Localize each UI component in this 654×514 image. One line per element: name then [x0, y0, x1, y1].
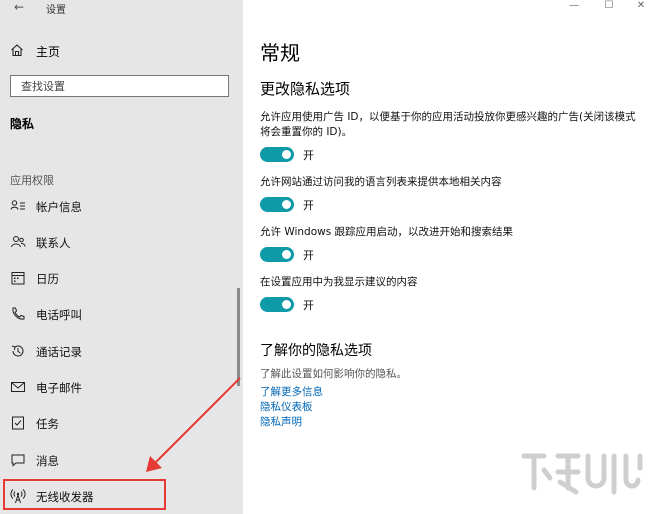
sidebar-item-calendar[interactable]: 日历 — [0, 263, 243, 293]
privacy-statement-link[interactable]: 隐私声明 — [260, 414, 302, 429]
sidebar-item-label: 日历 — [36, 272, 59, 286]
language-list-toggle[interactable] — [260, 197, 294, 212]
toggle-knob — [282, 200, 291, 209]
app-title: 设置 — [46, 5, 66, 16]
home-label: 主页 — [36, 45, 61, 59]
toggle-knob — [282, 150, 291, 159]
group-title: 应用权限 — [10, 174, 54, 187]
option-description: 允许应用使用广告 ID，以便基于你的应用活动投放你更感兴趣的广告(关闭该模式将会… — [260, 111, 636, 138]
sidebar-scrollbar[interactable] — [237, 288, 240, 386]
toggle-knob — [282, 250, 291, 259]
toggle-state-label: 开 — [303, 149, 314, 162]
toggle-knob — [282, 300, 291, 309]
maximize-button[interactable]: ☐ — [599, 0, 619, 14]
message-icon — [11, 454, 25, 467]
main-content: 常规 更改隐私选项 允许应用使用广告 ID，以便基于你的应用活动投放你更感兴趣的… — [243, 0, 654, 514]
home-nav-item[interactable]: 主页 — [0, 38, 243, 64]
learn-title: 了解你的隐私选项 — [260, 343, 372, 359]
annotation-highlight-box — [3, 479, 166, 510]
option-description: 允许网站通过访问我的语言列表来提供本地相关内容 — [260, 176, 502, 188]
phone-icon — [12, 307, 25, 320]
option-description: 在设置应用中为我显示建议的内容 — [260, 276, 418, 288]
toggle-state-label: 开 — [303, 199, 314, 212]
sidebar-item-call-history[interactable]: 通话记录 — [0, 336, 243, 366]
toggle-state-label: 开 — [303, 299, 314, 312]
privacy-dashboard-link[interactable]: 隐私仪表板 — [260, 399, 313, 414]
sub-title: 更改隐私选项 — [260, 80, 351, 98]
call-history-icon — [11, 345, 24, 357]
option-description: 允许 Windows 跟踪应用启动，以改进开始和搜索结果 — [260, 226, 514, 238]
title-bar: ← 设置 — [0, 0, 243, 18]
sidebar: ← 设置 主页 隐私 应用权限 帐户信息 联系人 — [0, 0, 243, 514]
sidebar-item-phone-calls[interactable]: 电话呼叫 — [0, 299, 243, 329]
calendar-icon — [11, 272, 25, 285]
watermark-logo — [521, 453, 643, 495]
sidebar-item-label: 任务 — [36, 417, 59, 431]
sidebar-item-account-info[interactable]: 帐户信息 — [0, 191, 243, 221]
email-icon — [11, 382, 25, 392]
account-info-icon — [10, 200, 25, 210]
sidebar-item-email[interactable]: 电子邮件 — [0, 372, 243, 402]
sidebar-item-label: 消息 — [36, 454, 59, 468]
close-button[interactable]: ✕ — [631, 0, 651, 14]
page-title: 常规 — [260, 41, 300, 65]
toggle-state-label: 开 — [303, 249, 314, 262]
learn-description: 了解此设置如何影响你的隐私。 — [260, 368, 407, 380]
sidebar-item-tasks[interactable]: 任务 — [0, 408, 243, 438]
learn-more-link[interactable]: 了解更多信息 — [260, 384, 323, 399]
sidebar-item-contacts[interactable]: 联系人 — [0, 227, 243, 257]
search-box[interactable] — [10, 75, 229, 97]
contacts-icon — [11, 236, 26, 248]
app-launch-tracking-toggle[interactable] — [260, 247, 294, 262]
sidebar-item-messaging[interactable]: 消息 — [0, 445, 243, 475]
tasks-icon — [12, 416, 24, 430]
minimize-button[interactable]: — — [564, 0, 584, 14]
suggested-content-toggle[interactable] — [260, 297, 294, 312]
home-icon — [11, 44, 23, 57]
sidebar-item-label: 联系人 — [36, 236, 71, 250]
sidebar-item-label: 通话记录 — [36, 345, 82, 359]
sidebar-item-label: 电话呼叫 — [36, 308, 82, 322]
advertising-id-toggle[interactable] — [260, 147, 294, 162]
section-title: 隐私 — [10, 117, 35, 131]
sidebar-item-label: 帐户信息 — [36, 200, 82, 214]
search-input[interactable] — [11, 76, 228, 96]
sidebar-item-label: 电子邮件 — [36, 381, 82, 395]
back-button[interactable]: ← — [8, 0, 30, 16]
